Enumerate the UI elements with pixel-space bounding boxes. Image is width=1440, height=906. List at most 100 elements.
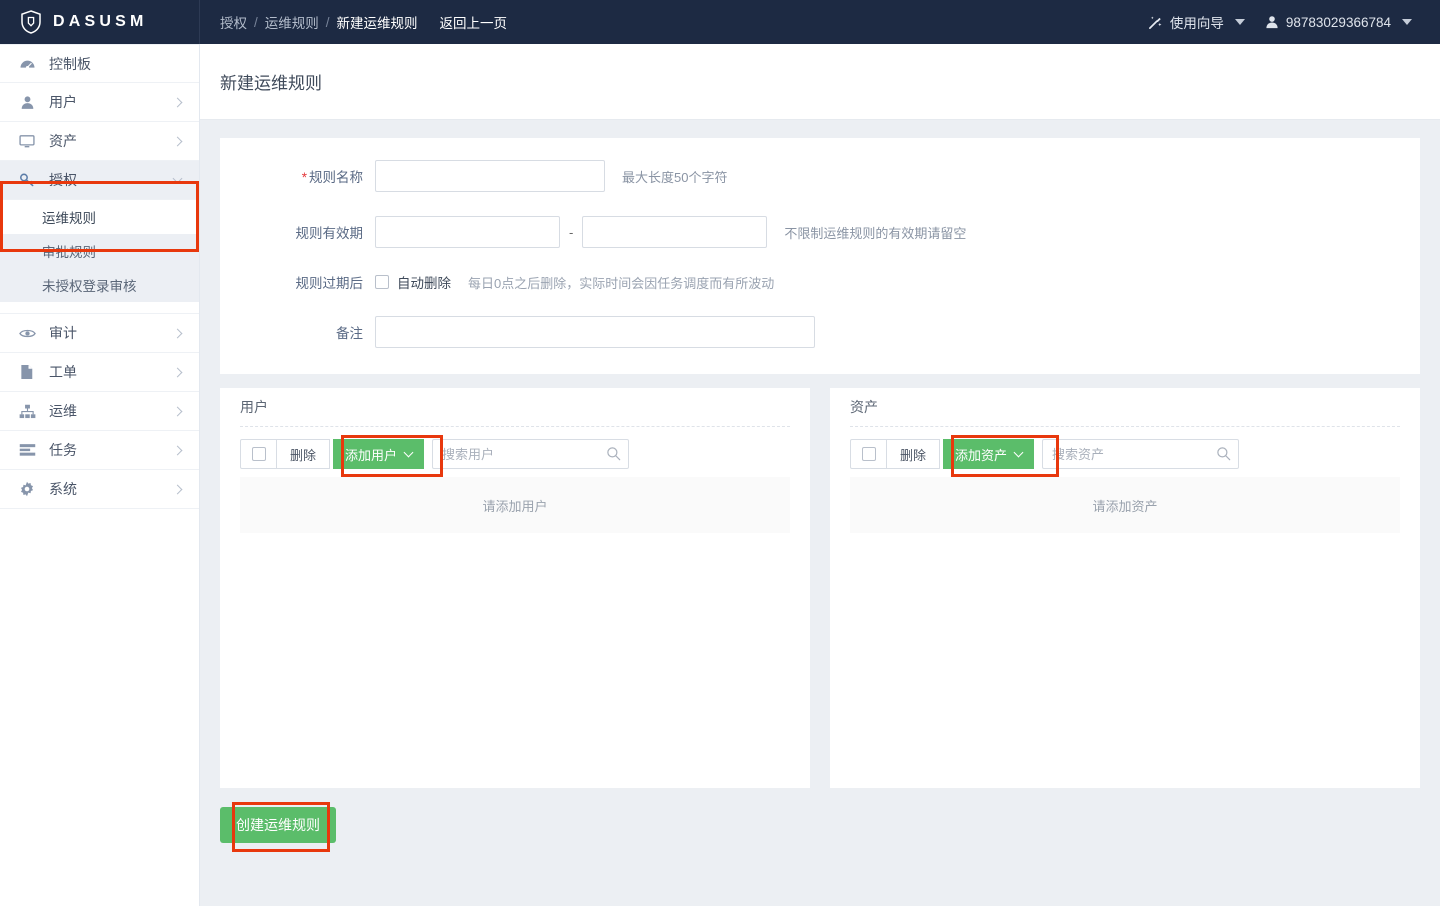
sidebar-item-assets[interactable]: 资产 xyxy=(0,122,199,161)
validity-end-input[interactable] xyxy=(582,216,767,248)
validity-label: 规则有效期 xyxy=(220,222,375,242)
sidebar-item-ops[interactable]: 运维 xyxy=(0,392,199,431)
user-panel: 用户 删除 添加用户 xyxy=(220,388,810,788)
user-icon xyxy=(1265,15,1279,29)
sidebar-item-audit[interactable]: 审计 xyxy=(0,314,199,353)
rule-name-input[interactable] xyxy=(375,160,605,192)
chevron-down-icon xyxy=(173,173,183,183)
app-root: DASUSM 授权 / 运维规则 / 新建运维规则 返回上一页 使用向 xyxy=(0,0,1440,906)
asset-panel: 资产 删除 添加资产 xyxy=(830,388,1420,788)
selection-panels: 用户 删除 添加用户 xyxy=(220,388,1420,788)
required-marker: * xyxy=(302,170,307,185)
sidebar-item-label: 运维 xyxy=(49,401,174,421)
tasks-icon xyxy=(18,443,36,457)
submenu-spacer xyxy=(0,302,199,314)
footer-actions: 创建运维规则 xyxy=(220,807,1440,843)
monitor-icon xyxy=(18,134,36,149)
top-bar: DASUSM 授权 / 运维规则 / 新建运维规则 返回上一页 使用向 xyxy=(0,0,1440,44)
sidebar-item-label: 资产 xyxy=(49,131,174,151)
form-row-remark: 备注 xyxy=(220,316,1420,348)
sidebar-item-label: 用户 xyxy=(49,92,174,112)
usage-guide-label: 使用向导 xyxy=(1170,12,1224,32)
magic-wand-icon xyxy=(1148,15,1163,30)
after-expire-hint: 每日0点之后删除，实际时间会因任务调度而有所波动 xyxy=(468,273,774,292)
sidebar-item-label: 任务 xyxy=(49,440,174,460)
sidebar-subitem-label: 未授权登录审核 xyxy=(42,275,137,295)
sidebar-item-users[interactable]: 用户 xyxy=(0,83,199,122)
rule-form-card: *规则名称 最大长度50个字符 规则有效期 - 不限制运维规则的有效期请留空 规… xyxy=(220,138,1420,374)
asset-panel-toolbar: 删除 添加资产 xyxy=(830,427,1420,469)
chevron-down-icon xyxy=(1014,448,1024,458)
add-user-label: 添加用户 xyxy=(345,445,397,464)
search-icon[interactable] xyxy=(606,446,621,461)
page-header: 新建运维规则 xyxy=(200,44,1440,120)
form-row-validity: 规则有效期 - 不限制运维规则的有效期请留空 xyxy=(220,216,1420,248)
shield-icon xyxy=(20,10,42,34)
brand-name: DASUSM xyxy=(53,14,148,30)
gear-icon xyxy=(18,481,36,497)
checkbox-box xyxy=(862,447,876,461)
auto-delete-checkbox-group[interactable]: 自动删除 xyxy=(375,272,451,292)
user-menu[interactable]: 98783029366784 xyxy=(1255,15,1422,30)
checkbox-box xyxy=(252,447,266,461)
search-user-input[interactable] xyxy=(432,439,629,469)
back-link[interactable]: 返回上一页 xyxy=(440,12,508,32)
validity-start-input[interactable] xyxy=(375,216,560,248)
create-rule-button[interactable]: 创建运维规则 xyxy=(220,807,336,843)
chevron-down-icon xyxy=(404,448,414,458)
sidebar-item-dashboard[interactable]: 控制板 xyxy=(0,44,199,83)
caret-down-icon xyxy=(1402,19,1412,25)
sidebar-subitem-approval-rules[interactable]: 审批规则 xyxy=(0,234,199,268)
asset-delete-button[interactable]: 删除 xyxy=(887,439,940,469)
sidebar-subitem-ops-rules[interactable]: 运维规则 xyxy=(0,200,199,234)
asset-panel-title: 资产 xyxy=(830,388,1420,426)
sidebar-subitem-label: 运维规则 xyxy=(42,207,96,227)
breadcrumb-separator: / xyxy=(326,15,330,30)
usage-guide-menu[interactable]: 使用向导 xyxy=(1138,12,1255,32)
after-expire-label: 规则过期后 xyxy=(220,272,375,292)
sidebar-item-system[interactable]: 系统 xyxy=(0,470,199,509)
chevron-right-icon xyxy=(173,367,183,377)
breadcrumb: 授权 / 运维规则 / 新建运维规则 返回上一页 xyxy=(200,0,1138,44)
add-user-button[interactable]: 添加用户 xyxy=(333,439,424,469)
search-icon[interactable] xyxy=(1216,446,1231,461)
rule-name-label: *规则名称 xyxy=(220,166,375,186)
chevron-right-icon xyxy=(173,136,183,146)
sidebar-item-tasks[interactable]: 任务 xyxy=(0,431,199,470)
breadcrumb-separator: / xyxy=(254,15,258,30)
chevron-right-icon xyxy=(173,328,183,338)
key-icon xyxy=(18,172,36,188)
sidebar-subitem-unauthorized-login-audit[interactable]: 未授权登录审核 xyxy=(0,268,199,302)
search-asset-input[interactable] xyxy=(1042,439,1239,469)
document-icon xyxy=(18,364,36,380)
asset-select-all-checkbox[interactable] xyxy=(850,439,887,469)
rule-name-hint: 最大长度50个字符 xyxy=(622,167,727,186)
user-panel-title: 用户 xyxy=(220,388,810,426)
user-empty-state: 请添加用户 xyxy=(240,477,790,533)
sidebar-item-label: 控制板 xyxy=(49,54,183,74)
page-title: 新建运维规则 xyxy=(220,69,322,94)
add-asset-button[interactable]: 添加资产 xyxy=(943,439,1034,469)
top-right-area: 使用向导 98783029366784 xyxy=(1138,0,1440,44)
asset-search-group xyxy=(1042,439,1239,469)
sidebar-item-label: 系统 xyxy=(49,479,174,499)
sidebar-item-authorization[interactable]: 授权 xyxy=(0,161,199,200)
sidebar-subitem-label: 审批规则 xyxy=(42,241,96,261)
auto-delete-checkbox[interactable] xyxy=(375,275,389,289)
form-row-after-expire: 规则过期后 自动删除 每日0点之后删除，实际时间会因任务调度而有所波动 xyxy=(220,272,1420,292)
brand-logo-area[interactable]: DASUSM xyxy=(0,0,200,44)
breadcrumb-item-0[interactable]: 授权 xyxy=(220,12,247,32)
chevron-right-icon xyxy=(173,97,183,107)
chevron-right-icon xyxy=(173,406,183,416)
breadcrumb-item-2: 新建运维规则 xyxy=(337,12,418,32)
user-select-all-checkbox[interactable] xyxy=(240,439,277,469)
breadcrumb-item-1[interactable]: 运维规则 xyxy=(265,12,319,32)
validity-hint: 不限制运维规则的有效期请留空 xyxy=(784,223,966,242)
eye-icon xyxy=(18,327,36,340)
user-name-label: 98783029366784 xyxy=(1286,15,1391,30)
remark-input[interactable] xyxy=(375,316,815,348)
sidebar-item-workorder[interactable]: 工单 xyxy=(0,353,199,392)
user-delete-button[interactable]: 删除 xyxy=(277,439,330,469)
sidebar-submenu-authorization: 运维规则 审批规则 未授权登录审核 xyxy=(0,200,199,302)
user-panel-toolbar: 删除 添加用户 xyxy=(220,427,810,469)
